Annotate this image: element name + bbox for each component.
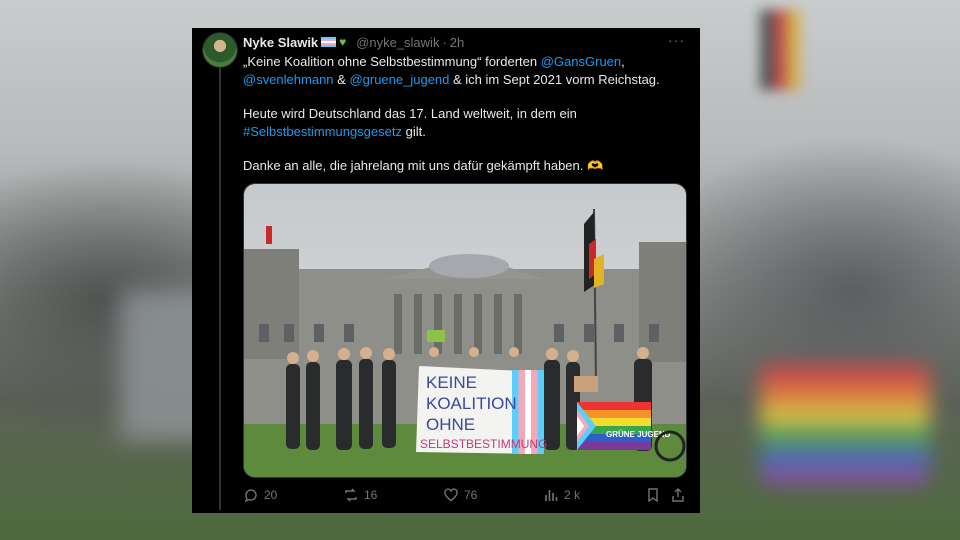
banner-text: KEINE <box>426 373 477 392</box>
repost-icon <box>345 488 357 502</box>
tweet-actions: 20 16 76 2 k <box>243 485 685 505</box>
text-segment: & <box>333 72 350 87</box>
timestamp[interactable]: 2h <box>450 35 464 50</box>
like-button[interactable]: 76 <box>443 485 477 505</box>
background-rainbow-flag <box>760 365 930 485</box>
trans-flag-icon <box>321 37 337 47</box>
reply-button[interactable]: 20 <box>243 485 277 505</box>
bookmark-icon <box>648 488 658 503</box>
reply-icon <box>244 489 257 503</box>
green-heart-icon: ♥ <box>339 35 347 49</box>
tweet-text: „Keine Koalition ohne Selbstbestimmung“ … <box>243 53 693 191</box>
banner-text: KOALITION <box>426 394 517 413</box>
avatar[interactable] <box>202 32 238 68</box>
share-button[interactable] <box>670 485 686 505</box>
author-handle[interactable]: @nyke_slawik <box>356 35 439 50</box>
mention-link[interactable]: @gruene_jugend <box>349 72 449 87</box>
reply-count: 20 <box>264 488 278 502</box>
tweet-header: Nyke Slawik ♥ @nyke_slawik · 2h <box>243 33 464 51</box>
photo-reichstag-protest: KEINE KOALITION OHNE SELBSTBESTIMMUNG GR… <box>244 184 686 477</box>
views-chart-icon <box>545 490 558 501</box>
more-options-icon[interactable]: ··· <box>668 32 685 48</box>
text-segment: gilt. <box>401 124 426 139</box>
mention-link[interactable]: @GansGruen <box>541 54 621 69</box>
views-button[interactable]: 2 k <box>543 485 580 505</box>
banner-text: OHNE <box>426 415 475 434</box>
text-segment: , <box>621 54 625 69</box>
text-segment: Heute wird Deutschland das 17. Land welt… <box>243 106 577 121</box>
view-count: 2 k <box>564 488 581 502</box>
heart-icon <box>444 488 458 502</box>
tweet-photo[interactable]: KEINE KOALITION OHNE SELBSTBESTIMMUNG GR… <box>243 183 687 478</box>
text-segment: „Keine Koalition ohne Selbstbestimmung“ … <box>243 54 541 69</box>
repost-count: 16 <box>364 488 378 502</box>
background-flag <box>760 10 800 90</box>
bookmark-button[interactable] <box>645 485 661 505</box>
hashtag-link[interactable]: #Selbstbestimmungsgesetz <box>243 124 402 139</box>
separator: · <box>442 34 447 50</box>
mention-link[interactable]: @svenlehmann <box>243 72 334 87</box>
text-segment: Danke an alle, die jahrelang mit uns daf… <box>243 158 604 173</box>
banner-text: SELBSTBESTIMMUNG <box>420 437 547 451</box>
repost-button[interactable]: 16 <box>343 485 377 505</box>
share-icon <box>672 488 684 502</box>
like-count: 76 <box>464 488 478 502</box>
thread-line <box>219 68 221 510</box>
text-segment: & ich im Sept 2021 vorm Reichstag. <box>449 72 660 87</box>
author-name[interactable]: Nyke Slawik <box>243 35 318 50</box>
